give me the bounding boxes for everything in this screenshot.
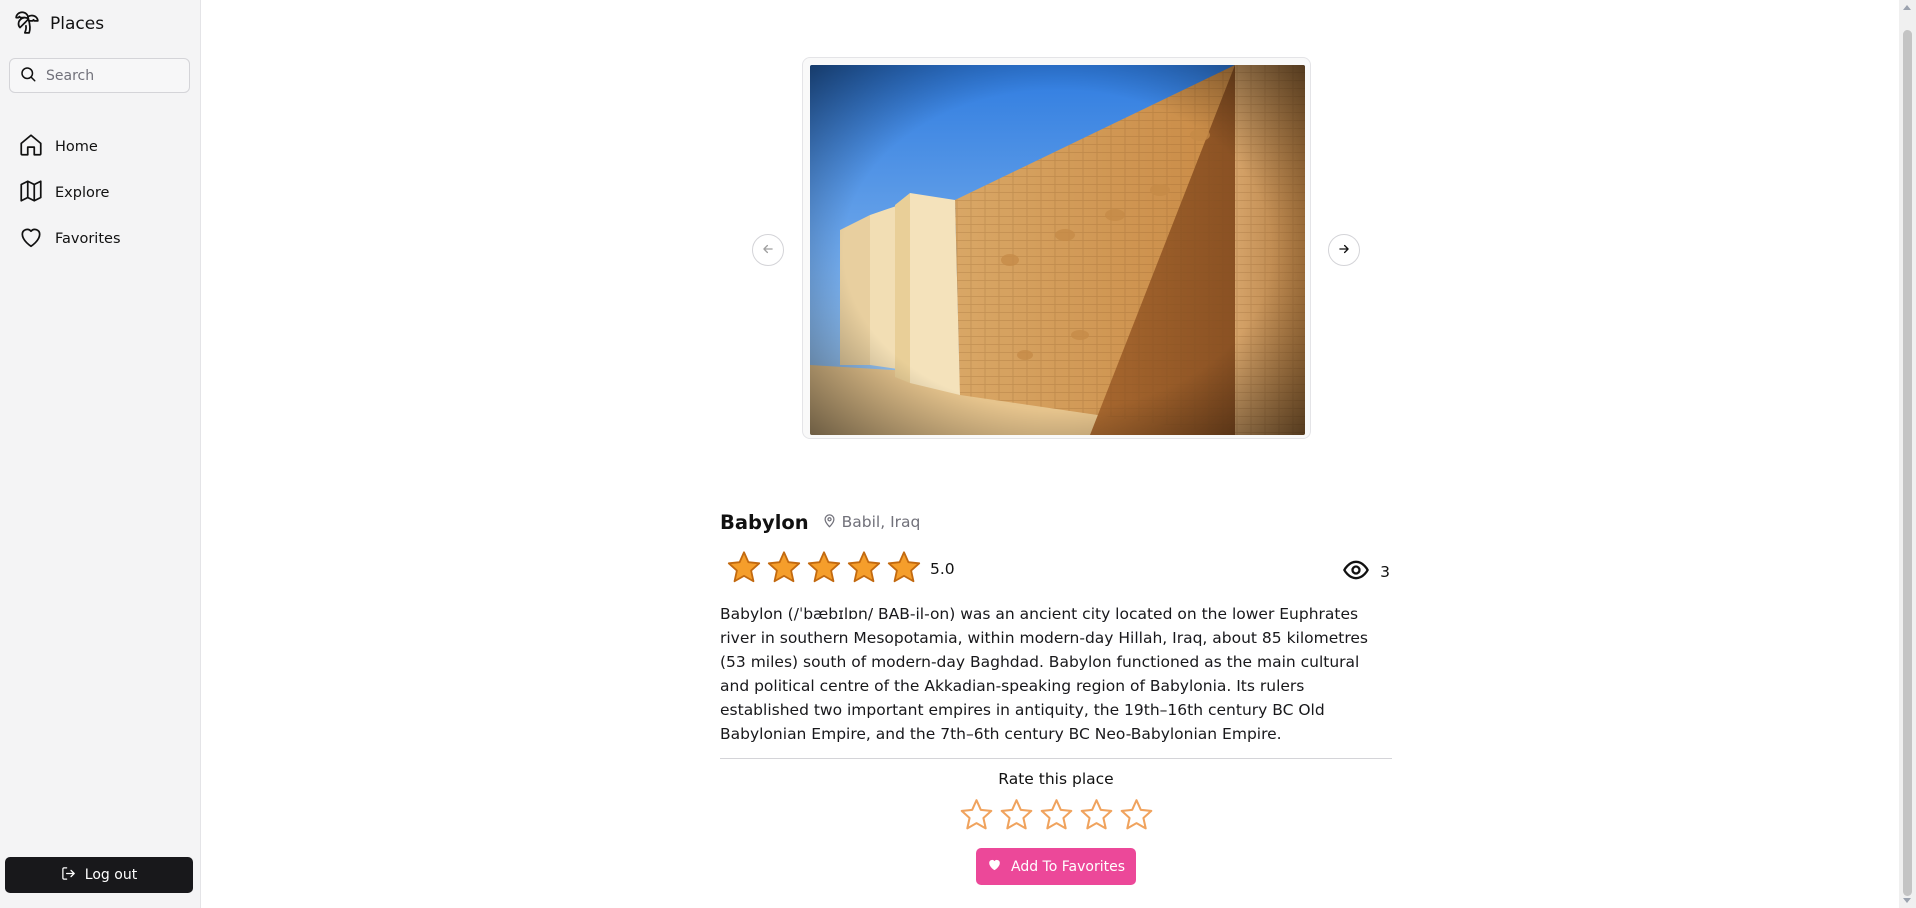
heart-icon <box>18 224 44 254</box>
add-to-favorites-button[interactable]: Add To Favorites <box>976 848 1136 885</box>
view-count: 3 <box>1342 556 1390 588</box>
logout-label: Log out <box>84 867 138 883</box>
star-icon <box>766 549 802 589</box>
palm-tree-icon <box>14 9 40 39</box>
eye-icon <box>1342 556 1370 588</box>
star-icon <box>886 549 922 589</box>
logout-button[interactable]: Log out <box>5 857 193 893</box>
scroll-up-arrow[interactable] <box>1903 5 1911 10</box>
sidebar-item-label: Favorites <box>55 231 121 247</box>
rate-star-icon[interactable] <box>1079 797 1114 836</box>
average-rating-stars <box>726 549 922 589</box>
star-icon <box>726 549 762 589</box>
sidebar-nav: Home Explore Favorites <box>0 124 201 262</box>
main-content: Babylon Babil, Iraq 5.0 3 Babylon (/ˈbæb… <box>201 0 1899 908</box>
page-scrollbar[interactable] <box>1899 0 1916 908</box>
rate-stars <box>720 797 1392 836</box>
scroll-thumb[interactable] <box>1903 30 1912 896</box>
map-icon <box>18 178 44 208</box>
rate-star-icon[interactable] <box>959 797 994 836</box>
location-text: Babil, Iraq <box>841 513 921 531</box>
star-icon <box>846 549 882 589</box>
sidebar-item-label: Home <box>55 139 98 155</box>
search-input[interactable] <box>46 67 186 84</box>
sidebar-item-home[interactable]: Home <box>0 124 201 170</box>
brand[interactable]: Places <box>14 10 104 38</box>
carousel-next-button[interactable] <box>1328 234 1360 266</box>
place-location: Babil, Iraq <box>822 513 921 532</box>
home-icon <box>18 132 44 162</box>
scroll-down-arrow[interactable] <box>1903 898 1911 903</box>
rate-star-icon[interactable] <box>1119 797 1154 836</box>
sidebar-item-favorites[interactable]: Favorites <box>0 216 201 262</box>
rate-star-icon[interactable] <box>1039 797 1074 836</box>
rating-value: 5.0 <box>930 560 955 578</box>
brand-name: Places <box>50 14 105 34</box>
heart-icon <box>987 857 1002 876</box>
view-count-value: 3 <box>1380 563 1390 581</box>
carousel-prev-button[interactable] <box>752 234 784 266</box>
star-icon <box>806 549 842 589</box>
arrow-left-icon <box>761 241 775 260</box>
sidebar: Places Home Explore Favorites <box>0 0 201 908</box>
place-details: Babylon Babil, Iraq 5.0 3 Babylon (/ˈbæb… <box>720 507 1392 885</box>
rating-row: 5.0 3 <box>720 548 1392 590</box>
search-box <box>9 58 190 93</box>
place-description: Babylon (/ˈbæbɪlɒn/ BAB-il-on) was an an… <box>720 605 1369 743</box>
map-pin-icon <box>822 513 837 532</box>
rate-star-icon[interactable] <box>999 797 1034 836</box>
search-icon <box>19 65 37 87</box>
sidebar-item-explore[interactable]: Explore <box>0 170 201 216</box>
arrow-right-icon <box>1337 241 1351 260</box>
image-carousel <box>802 57 1311 439</box>
title-row: Babylon Babil, Iraq <box>720 507 1392 537</box>
logout-icon <box>61 866 76 885</box>
place-title: Babylon <box>720 510 809 534</box>
rate-title: Rate this place <box>998 770 1114 788</box>
divider <box>720 758 1392 759</box>
sidebar-item-label: Explore <box>55 185 110 201</box>
place-photo <box>810 65 1305 435</box>
favorites-label: Add To Favorites <box>1011 858 1125 875</box>
